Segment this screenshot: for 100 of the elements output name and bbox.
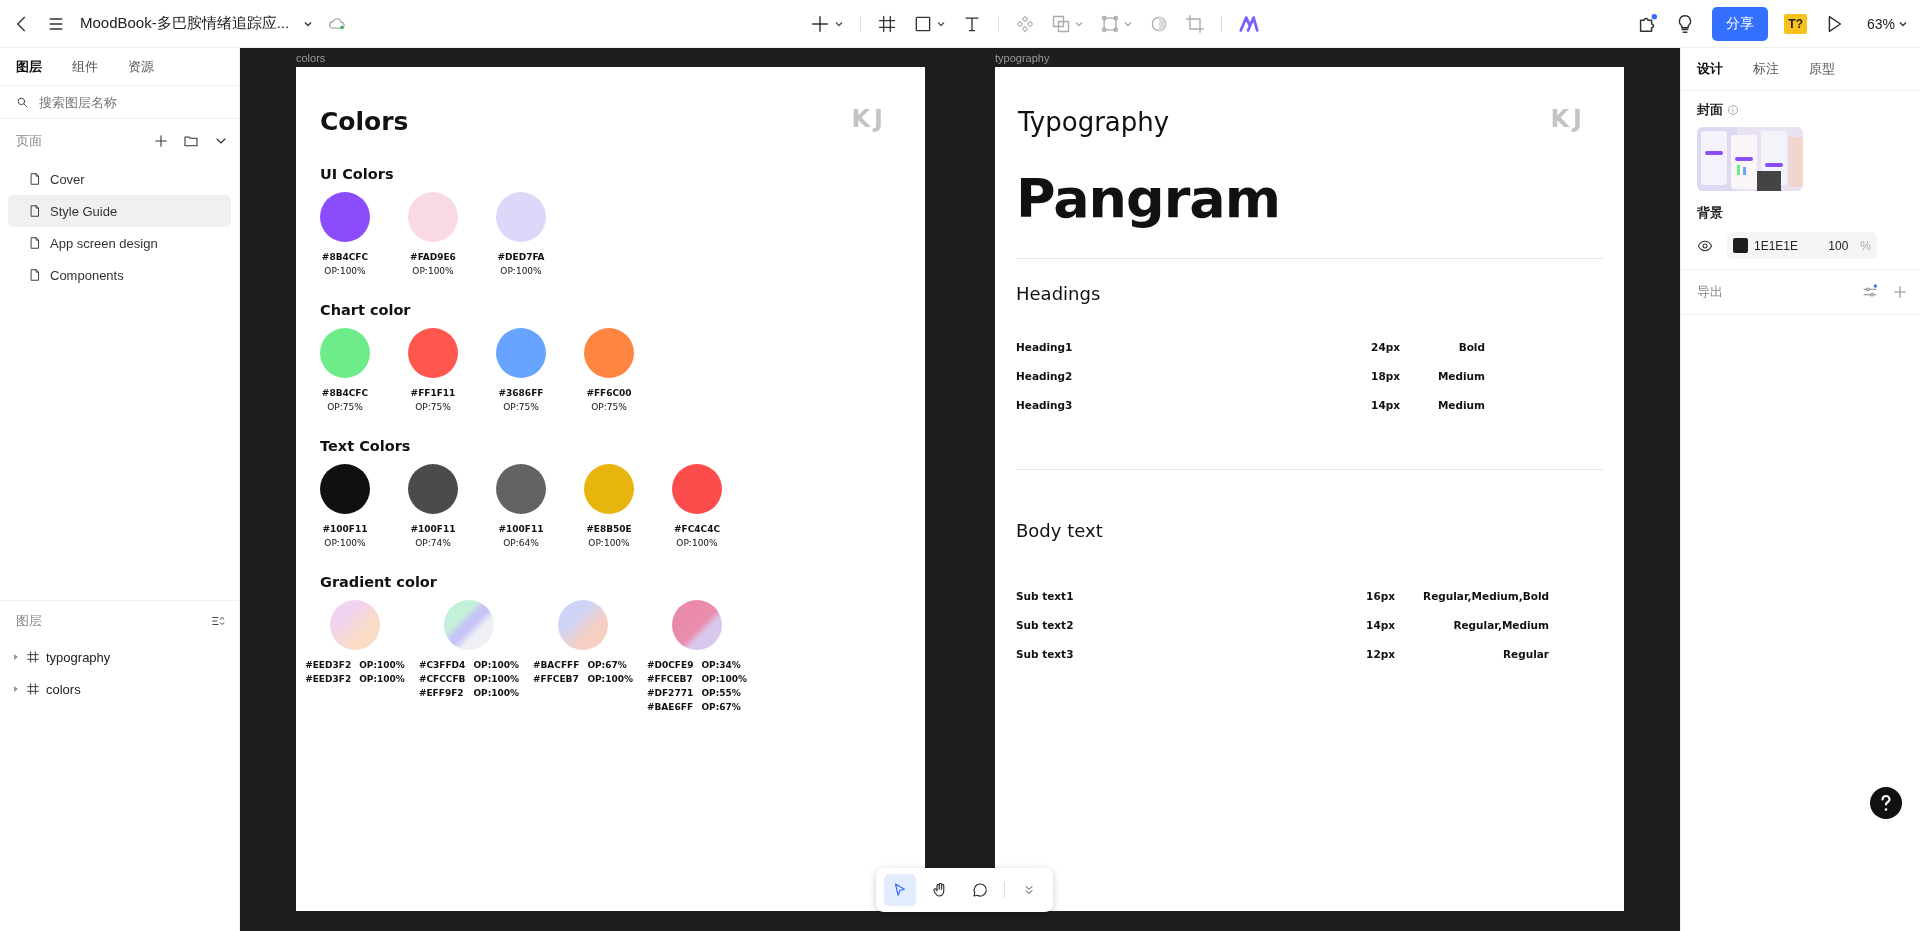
opacity-value: OP:100%	[324, 538, 366, 548]
hex-code: #3686FF	[498, 388, 544, 398]
font-size: 14px	[1365, 618, 1395, 631]
hex-code: #BACFFF	[532, 660, 580, 670]
sort-icon[interactable]	[211, 614, 225, 628]
opacity-value: OP:100%	[588, 538, 630, 548]
style-name: Heading1	[1016, 340, 1074, 353]
frame-label[interactable]: colors	[296, 52, 326, 64]
panel-tab[interactable]: 组件	[72, 57, 98, 76]
opacity-value: 100	[1828, 238, 1849, 253]
hex-code: #EFF9F2	[418, 688, 465, 698]
pangram-sample: Pangram	[1016, 167, 1281, 230]
hex-value: 1E1E1E	[1754, 238, 1800, 253]
font-weight: Medium	[1436, 369, 1485, 382]
opacity-value: OP:55%	[701, 688, 742, 698]
font-size: 16px	[1365, 589, 1395, 602]
opacity-value: OP:75%	[503, 402, 539, 412]
font-size: 12px	[1365, 647, 1395, 660]
hex-code: #EED3F2	[305, 674, 352, 684]
layer-item[interactable]: colors	[0, 673, 239, 705]
section-label: 图层	[16, 612, 42, 630]
font-weight: Regular,Medium	[1452, 618, 1549, 631]
monogram: KJ	[851, 105, 887, 133]
opacity-value: OP:100%	[473, 688, 520, 698]
zoom-level[interactable]: 63%	[1866, 15, 1895, 32]
font-weight: Medium	[1436, 398, 1485, 411]
search-field[interactable]: 搜索图层名称	[37, 93, 211, 111]
hex-code: #DF2771	[646, 688, 694, 698]
page-item[interactable]: Cover	[8, 163, 231, 195]
color-chip[interactable]	[1733, 238, 1748, 253]
hex-code: #C3FFD4	[418, 660, 466, 670]
hex-code: #BAE6FF	[646, 702, 694, 712]
hex-code: #D0CFE9	[646, 660, 694, 670]
opacity-value: OP:100%	[412, 266, 454, 276]
opacity-value: OP:75%	[591, 402, 627, 412]
panel-tab[interactable]: 标注	[1753, 60, 1779, 78]
page-item[interactable]: Components	[8, 259, 231, 291]
hex-code: #FC4C4C	[674, 524, 720, 534]
share-button[interactable]: 分享	[1712, 6, 1769, 41]
opacity-value: OP:67%	[701, 702, 742, 712]
style-name: Sub text1	[1016, 589, 1075, 602]
opacity-value: OP:100%	[701, 674, 748, 684]
search-icon	[16, 95, 29, 109]
hex-code: #FFCEB7	[532, 674, 580, 684]
section-label: 页面	[16, 132, 42, 150]
opacity-value: OP:100%	[587, 674, 634, 684]
help-icon[interactable]	[1870, 787, 1902, 819]
panel-tab[interactable]: 图层	[16, 57, 42, 76]
hex-code: #CFCCFB	[418, 674, 466, 684]
opacity-value: OP:74%	[415, 538, 451, 548]
fill-field[interactable]: 1E1E1E 100 %	[1727, 232, 1877, 259]
hex-code: #FF1F11	[410, 388, 456, 398]
page-item[interactable]: App screen design	[8, 227, 231, 259]
opacity-value: OP:100%	[359, 660, 405, 670]
panel-tab[interactable]: 设计	[1697, 60, 1723, 78]
section-heading: Gradient color	[320, 574, 438, 590]
opacity-value: OP:64%	[503, 538, 539, 548]
style-name: Sub text3	[1016, 647, 1075, 660]
folder-icon[interactable]	[183, 133, 199, 149]
hex-code: #EED3F2	[305, 660, 352, 670]
expand-icon[interactable]	[12, 685, 20, 693]
frame-icon[interactable]	[876, 13, 897, 34]
opacity-value: OP:100%	[324, 266, 366, 276]
hex-code: #E8B50E	[586, 524, 632, 534]
panel-tab[interactable]: 原型	[1809, 60, 1835, 78]
layer-item[interactable]: typography	[0, 641, 239, 673]
comment-icon	[971, 881, 989, 899]
frame-label[interactable]: typography	[995, 52, 1050, 64]
section-label: 导出	[1697, 283, 1723, 301]
monogram: KJ	[1550, 105, 1586, 133]
style-name: Heading3	[1016, 398, 1074, 411]
panel-tab[interactable]: 资源	[128, 57, 154, 76]
font-weight: Bold	[1457, 340, 1485, 353]
opacity-value: OP:100%	[676, 538, 718, 548]
font-size: 24px	[1370, 340, 1400, 353]
expand-icon[interactable]	[12, 653, 20, 661]
page-icon	[28, 172, 42, 186]
page-item[interactable]: Style Guide	[8, 195, 231, 227]
file-title[interactable]: MoodBook-多巴胺情绪追踪应...	[80, 14, 290, 33]
section-label: 封面	[1697, 101, 1723, 119]
opacity-value: OP:67%	[587, 660, 628, 670]
section-label: 背景	[1697, 204, 1723, 222]
page-icon	[28, 236, 42, 250]
plugin-badge[interactable]: T?	[1784, 13, 1807, 34]
frame-heading: Colors	[320, 107, 409, 136]
section-heading: Headings	[1016, 283, 1102, 304]
font-size: 14px	[1370, 398, 1400, 411]
frame-icon	[26, 650, 40, 664]
hex-code: #FF6C00	[586, 388, 632, 398]
opacity-value: OP:75%	[327, 402, 363, 412]
hex-code: #100F11	[498, 524, 544, 534]
opacity-value: OP:100%	[500, 266, 542, 276]
style-name: Sub text2	[1016, 618, 1075, 631]
page-icon	[28, 204, 42, 218]
chevrons-down-icon	[1022, 883, 1036, 897]
unit-label: %	[1860, 238, 1871, 253]
hex-code: #DED7FA	[497, 252, 545, 262]
plus-icon[interactable]	[153, 133, 169, 149]
hex-code: #100F11	[322, 524, 368, 534]
font-weight: Regular,Medium,Bold	[1422, 589, 1549, 602]
